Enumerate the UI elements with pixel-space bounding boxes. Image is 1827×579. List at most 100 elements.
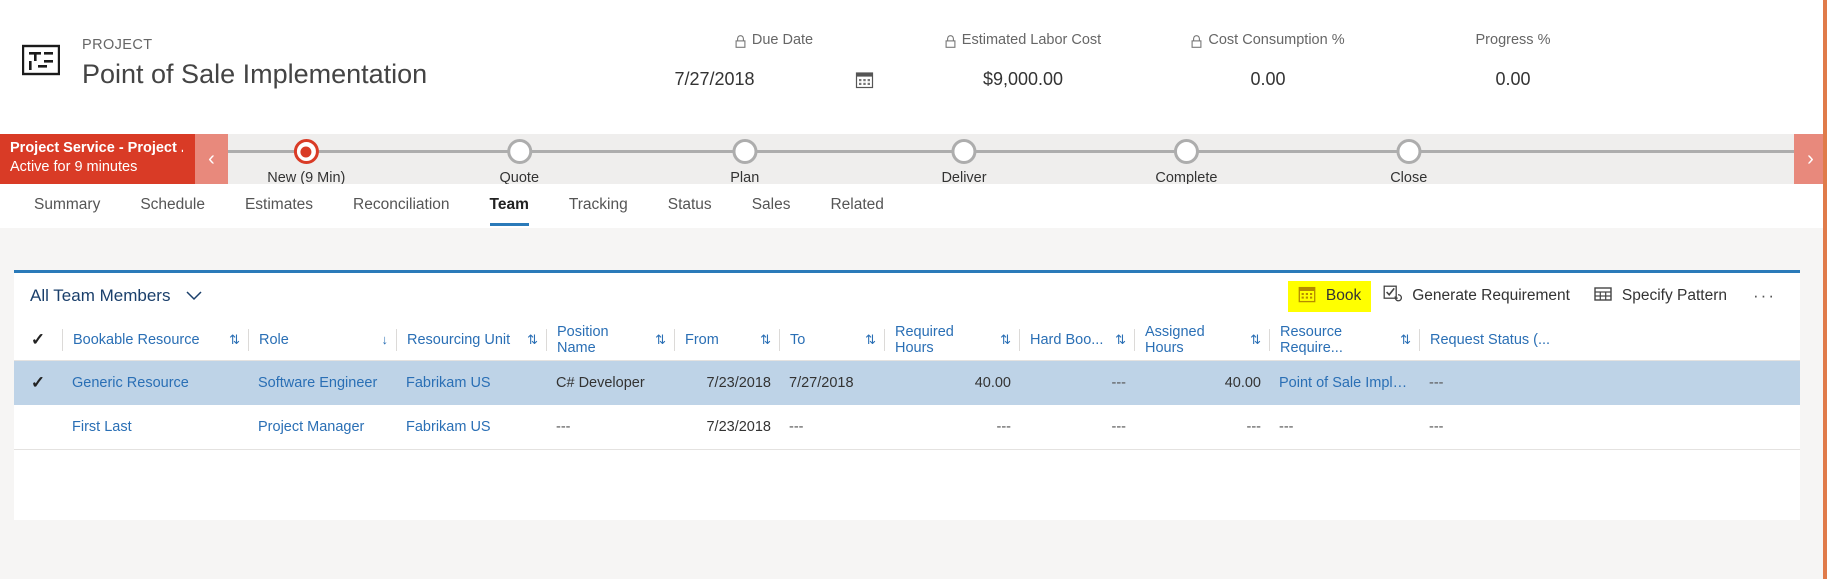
tab-reconciliation[interactable]: Reconciliation xyxy=(333,184,470,224)
cell-bookable-resource[interactable]: First Last xyxy=(62,419,248,435)
calendar-icon[interactable] xyxy=(855,70,874,89)
metric-estimated-labor-cost: Estimated Labor Cost $9,000.00 xyxy=(903,32,1143,90)
book-button[interactable]: Book xyxy=(1287,280,1372,312)
lock-icon xyxy=(735,34,746,48)
cell-role[interactable]: Software Engineer xyxy=(248,375,396,391)
tab-status[interactable]: Status xyxy=(648,184,732,224)
bpf-active-duration: Active for 9 minutes xyxy=(10,159,138,175)
book-button-label: Book xyxy=(1325,287,1362,304)
tab-label: Tracking xyxy=(568,196,628,213)
grid-icon xyxy=(1594,286,1612,307)
tab-label: Related xyxy=(830,196,884,213)
checkmark-icon: ✓ xyxy=(30,329,46,349)
metric-value: 7/27/2018 xyxy=(674,69,755,89)
cell-position-name: --- xyxy=(556,419,571,435)
column-header-bookable-resource[interactable]: Bookable Resource ⇅ xyxy=(62,328,248,351)
tab-sales[interactable]: Sales xyxy=(732,184,811,224)
tab-summary[interactable]: Summary xyxy=(14,184,120,224)
column-header-resourcing-unit[interactable]: Resourcing Unit ⇅ xyxy=(396,328,546,351)
lock-icon xyxy=(945,34,956,48)
entity-type-label: PROJECT xyxy=(82,37,153,53)
view-selector[interactable]: All Team Members xyxy=(14,286,202,306)
column-header-assigned-hours[interactable]: Assigned Hours ⇅ xyxy=(1134,324,1269,356)
metric-label-text: Due Date xyxy=(751,32,814,48)
bpf-process-label[interactable]: Project Service - Project ... Active for… xyxy=(0,134,195,184)
header-metrics: Due Date 7/27/2018 Estimated Labor Cost … xyxy=(645,32,1633,90)
bpf-stage-dot-active xyxy=(293,139,319,164)
metric-label-text: Estimated Labor Cost xyxy=(961,32,1102,48)
sort-unsorted-icon: ⇅ xyxy=(229,331,240,347)
bpf-stage-plan[interactable]: Plan xyxy=(730,134,759,186)
column-header-hard-booked[interactable]: Hard Boo... ⇅ xyxy=(1019,328,1134,351)
bpf-stage-dot xyxy=(1396,139,1422,164)
metric-label: Cost Consumption % xyxy=(1191,32,1345,48)
right-edge-accent xyxy=(1823,0,1827,579)
tab-label: Team xyxy=(489,196,529,213)
cell-required-hours: --- xyxy=(996,419,1012,435)
column-header-request-status[interactable]: Request Status (... xyxy=(1419,328,1569,351)
cell-resource-requirement: --- xyxy=(1279,419,1294,435)
cell-position-name: C# Developer xyxy=(556,375,645,391)
row-checkbox[interactable]: ✓ xyxy=(14,373,62,393)
cell-resource-requirement[interactable]: Point of Sale Implem... xyxy=(1269,375,1419,391)
bpf-stage-deliver[interactable]: Deliver xyxy=(941,134,987,186)
sort-unsorted-icon: ⇅ xyxy=(865,331,876,347)
bpf-stage-quote[interactable]: Quote xyxy=(500,134,539,186)
cell-request-status: --- xyxy=(1429,375,1444,391)
cell-hard-booked: --- xyxy=(1111,419,1127,435)
cell-resourcing-unit[interactable]: Fabrikam US xyxy=(396,419,546,435)
bpf-stage-dot xyxy=(1173,139,1199,164)
column-label: Bookable Resource xyxy=(73,331,200,348)
app-root: PROJECT Point of Sale Implementation Due… xyxy=(0,0,1827,579)
project-icon xyxy=(21,44,61,76)
tab-schedule[interactable]: Schedule xyxy=(120,184,225,224)
bpf-stage-complete[interactable]: Complete xyxy=(1155,134,1217,186)
column-label: Resource Require... xyxy=(1280,323,1343,356)
table-row[interactable]: ✓ Generic Resource Software Engineer Fab… xyxy=(14,361,1800,405)
specify-pattern-button[interactable]: Specify Pattern xyxy=(1582,281,1739,312)
table-row[interactable]: First Last Project Manager Fabrikam US -… xyxy=(14,405,1800,449)
cell-assigned-hours: --- xyxy=(1246,419,1262,435)
column-label: Hard Boo... xyxy=(1030,331,1104,348)
row-divider xyxy=(14,449,1800,450)
record-header: PROJECT Point of Sale Implementation Due… xyxy=(0,0,1827,132)
tab-related[interactable]: Related xyxy=(810,184,903,224)
column-header-required-hours[interactable]: Required Hours ⇅ xyxy=(884,324,1019,356)
cell-hard-booked: --- xyxy=(1111,375,1127,391)
select-all-checkbox[interactable]: ✓ xyxy=(14,330,62,350)
column-header-to[interactable]: To ⇅ xyxy=(779,328,884,351)
metric-value-row: 7/27/2018 xyxy=(674,69,873,90)
more-commands-button[interactable]: ··· xyxy=(1739,286,1792,306)
grid-header-row: ✓ Bookable Resource ⇅ Role ↓ Resourcing … xyxy=(14,319,1800,361)
cell-role[interactable]: Project Manager xyxy=(248,419,396,435)
column-label: Required Hours xyxy=(895,323,954,356)
tab-team[interactable]: Team xyxy=(470,184,549,226)
column-header-position-name[interactable]: Position Name ⇅ xyxy=(546,324,674,356)
tab-tracking[interactable]: Tracking xyxy=(549,184,648,224)
cell-from: 7/23/2018 xyxy=(706,375,771,391)
cell-bookable-resource[interactable]: Generic Resource xyxy=(62,375,248,391)
sort-unsorted-icon: ⇅ xyxy=(1115,331,1126,347)
column-header-resource-requirement[interactable]: Resource Require... ⇅ xyxy=(1269,324,1419,356)
metric-label-text: Cost Consumption % xyxy=(1208,32,1345,48)
column-header-from[interactable]: From ⇅ xyxy=(674,328,779,351)
column-header-role[interactable]: Role ↓ xyxy=(248,328,396,351)
generate-requirement-button[interactable]: Generate Requirement xyxy=(1371,280,1582,313)
cell-request-status: --- xyxy=(1429,419,1444,435)
tab-estimates[interactable]: Estimates xyxy=(225,184,333,224)
checkmark-icon: ✓ xyxy=(30,373,46,392)
specify-pattern-label: Specify Pattern xyxy=(1621,287,1728,304)
bpf-stage-close[interactable]: Close xyxy=(1390,134,1427,186)
sort-descending-icon: ↓ xyxy=(381,332,389,347)
chevron-left-icon[interactable]: ‹ xyxy=(195,134,228,184)
column-label: Request Status (... xyxy=(1430,331,1551,348)
bpf-stage-new[interactable]: New (9 Min) xyxy=(267,134,345,186)
cell-assigned-hours: 40.00 xyxy=(1224,375,1261,391)
metric-value: 0.00 xyxy=(1250,69,1286,89)
cell-resourcing-unit[interactable]: Fabrikam US xyxy=(396,375,546,391)
chevron-down-icon xyxy=(186,288,202,304)
sort-unsorted-icon: ⇅ xyxy=(760,331,771,347)
sort-unsorted-icon: ⇅ xyxy=(1400,331,1411,347)
content-background xyxy=(0,228,1827,270)
checkbox-refresh-icon xyxy=(1383,285,1403,308)
